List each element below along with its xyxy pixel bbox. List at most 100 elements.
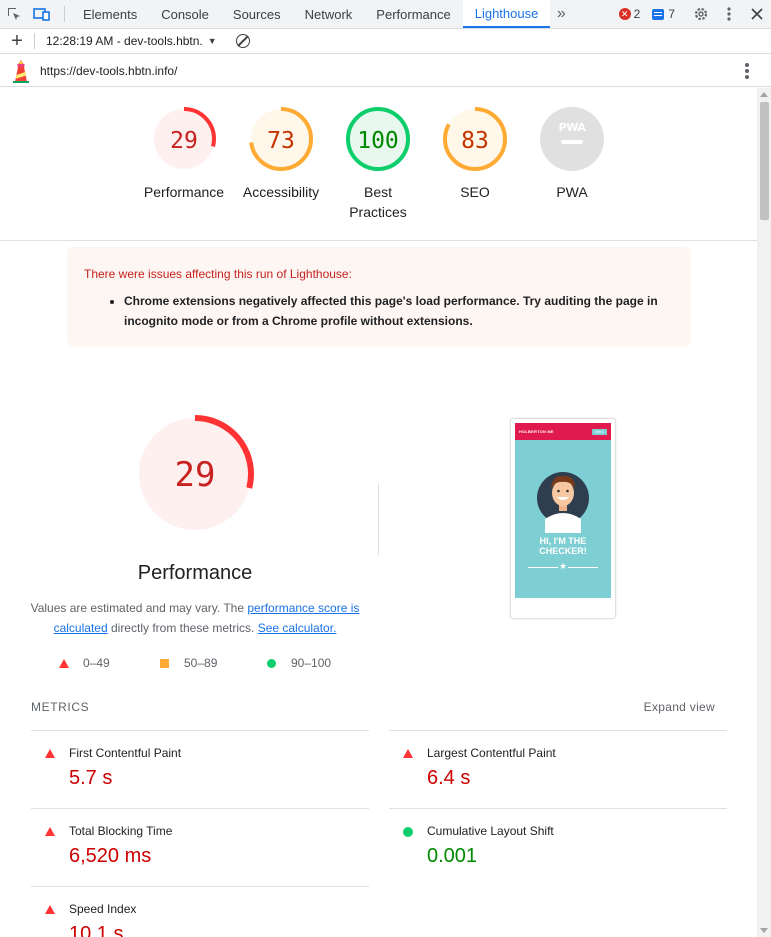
metric-name: Largest Contentful Paint bbox=[427, 746, 556, 760]
gauge-ring: 83 bbox=[443, 107, 507, 171]
tab-lighthouse[interactable]: Lighthouse bbox=[462, 0, 551, 28]
device-toolbar-icon[interactable] bbox=[28, 0, 56, 28]
expand-view-toggle[interactable]: Expand view bbox=[644, 700, 715, 714]
gauge-label: SEO bbox=[460, 184, 490, 200]
gauge-best-practices[interactable]: 100 Best Practices bbox=[323, 106, 433, 222]
message-icon bbox=[652, 8, 665, 20]
fail-triangle-icon bbox=[45, 905, 55, 914]
metric-name: First Contentful Paint bbox=[69, 746, 182, 760]
metric-name: Total Blocking Time bbox=[69, 824, 173, 838]
devtools-tab-bar: Elements Console Sources Network Perform… bbox=[0, 0, 771, 29]
scroll-up-arrow-icon[interactable] bbox=[760, 92, 768, 97]
category-gauges: 29 Performance 73 Accessibility 100 Best… bbox=[0, 88, 757, 241]
warnings-title: There were issues affecting this run of … bbox=[84, 267, 352, 281]
gauge-ring: 29 bbox=[152, 107, 216, 171]
tab-network[interactable]: Network bbox=[293, 0, 365, 28]
tab-performance[interactable]: Performance bbox=[364, 0, 462, 28]
gauge-label: PWA bbox=[556, 184, 588, 200]
metric-total-blocking-time[interactable]: Total Blocking Time 6,520 ms bbox=[31, 808, 369, 886]
average-square-icon bbox=[160, 658, 169, 668]
legend-average-label: 50–89 bbox=[184, 656, 218, 670]
message-count: 7 bbox=[668, 7, 675, 21]
metric-value: 10.1 s bbox=[69, 923, 124, 937]
screenshot-headline: HI, I'M THE CHECKER! bbox=[539, 536, 587, 556]
fail-triangle-icon bbox=[403, 749, 413, 758]
gauge-ring: 73 bbox=[249, 107, 313, 171]
gauge-label: Best Practices bbox=[349, 184, 407, 220]
error-count-badge[interactable]: ✕ 2 bbox=[618, 7, 641, 21]
screenshot-brand: HOLBERTON ME bbox=[519, 429, 554, 434]
report-menu-icon[interactable] bbox=[745, 63, 749, 79]
screenshot-menu-button: Menu bbox=[592, 428, 607, 435]
new-report-plus-icon[interactable]: + bbox=[0, 31, 34, 51]
close-icon[interactable] bbox=[743, 0, 771, 28]
more-tabs-chevron-icon[interactable]: » bbox=[550, 0, 572, 28]
metric-value: 6.4 s bbox=[427, 767, 471, 789]
fail-triangle-icon bbox=[45, 749, 55, 758]
desc-text-2: directly from these metrics. bbox=[107, 621, 258, 635]
dropdown-caret-icon: ▼ bbox=[207, 36, 217, 46]
fail-triangle-icon bbox=[45, 827, 55, 836]
metric-value: 5.7 s bbox=[69, 767, 113, 789]
metric-value: 6,520 ms bbox=[69, 845, 152, 867]
error-icon: ✕ bbox=[618, 8, 631, 20]
metric-name: Cumulative Layout Shift bbox=[427, 824, 554, 838]
gauge-accessibility[interactable]: 73 Accessibility bbox=[226, 106, 336, 202]
legend-fail: 0–49 bbox=[59, 656, 110, 670]
legend-pass: 90–100 bbox=[267, 656, 331, 670]
scrollbar-thumb[interactable] bbox=[760, 102, 769, 220]
lighthouse-toolbar: + 12:28:19 AM - dev-tools.hbtn. ▼ bbox=[0, 29, 771, 54]
scroll-down-arrow-icon[interactable] bbox=[760, 928, 768, 933]
metric-first-contentful-paint[interactable]: First Contentful Paint 5.7 s bbox=[31, 730, 369, 808]
gear-icon[interactable] bbox=[687, 0, 715, 28]
svg-text:PWA: PWA bbox=[559, 121, 587, 134]
pass-circle-icon bbox=[403, 827, 413, 837]
pwa-badge-icon: PWA bbox=[540, 107, 604, 171]
performance-title: Performance bbox=[137, 562, 253, 584]
clear-reports-icon[interactable] bbox=[235, 34, 250, 48]
gauge-performance[interactable]: 29 Performance bbox=[129, 106, 239, 202]
fail-triangle-icon bbox=[59, 658, 69, 668]
screenshot-header: HOLBERTON ME Menu bbox=[515, 423, 611, 440]
report-url[interactable]: https://dev-tools.hbtn.info/ bbox=[40, 64, 177, 78]
desc-text-1: Values are estimated and may vary. The bbox=[30, 601, 248, 615]
metric-largest-contentful-paint[interactable]: Largest Contentful Paint 6.4 s bbox=[389, 730, 727, 808]
legend-average: 50–89 bbox=[160, 656, 217, 670]
gauge-score: 29 bbox=[170, 128, 198, 154]
tab-console[interactable]: Console bbox=[149, 0, 221, 28]
warnings-list: Chrome extensions negatively affected th… bbox=[124, 291, 674, 331]
performance-description: Values are estimated and may vary. The p… bbox=[30, 598, 360, 638]
pass-circle-icon bbox=[267, 658, 276, 668]
final-screenshot[interactable]: HOLBERTON ME Menu HI, I'M THE CHECKER! ★ bbox=[510, 418, 616, 619]
star-icon: ★ bbox=[558, 560, 568, 572]
metrics-heading: METRICS bbox=[31, 700, 90, 714]
lighthouse-logo-icon bbox=[13, 59, 29, 83]
tab-bar-separator bbox=[64, 6, 65, 22]
tab-elements[interactable]: Elements bbox=[71, 0, 149, 28]
vertical-scrollbar[interactable] bbox=[757, 88, 771, 937]
gauge-score: 73 bbox=[267, 128, 295, 154]
metric-speed-index[interactable]: Speed Index 10.1 s bbox=[31, 886, 369, 937]
metric-name: Speed Index bbox=[69, 902, 137, 916]
run-warnings: There were issues affecting this run of … bbox=[67, 247, 691, 347]
error-count: 2 bbox=[633, 7, 641, 21]
tab-sources[interactable]: Sources bbox=[221, 0, 293, 28]
metric-value: 0.001 bbox=[427, 845, 478, 867]
inspect-element-icon[interactable] bbox=[0, 0, 28, 28]
see-calculator-link[interactable]: See calculator. bbox=[258, 621, 337, 635]
gauge-pwa[interactable]: PWA PWA bbox=[517, 106, 627, 202]
gauge-label: Accessibility bbox=[242, 184, 320, 200]
report-select[interactable]: 12:28:19 AM - dev-tools.hbtn. ▼ bbox=[46, 34, 217, 48]
summary-divider bbox=[378, 483, 379, 555]
metric-cumulative-layout-shift[interactable]: Cumulative Layout Shift 0.001 bbox=[389, 808, 727, 886]
more-options-icon[interactable] bbox=[715, 0, 743, 28]
performance-score: 29 bbox=[175, 455, 216, 495]
metrics-header: METRICS Expand view bbox=[31, 700, 715, 714]
avatar-illustration-icon bbox=[537, 472, 589, 533]
report-url-bar: https://dev-tools.hbtn.info/ bbox=[0, 55, 771, 87]
message-count-badge[interactable]: 7 bbox=[652, 7, 675, 21]
gauge-seo[interactable]: 83 SEO bbox=[420, 106, 530, 202]
warning-item: Chrome extensions negatively affected th… bbox=[124, 291, 674, 331]
gauge-score: 83 bbox=[461, 128, 489, 154]
gauge-label: Performance bbox=[143, 184, 225, 200]
